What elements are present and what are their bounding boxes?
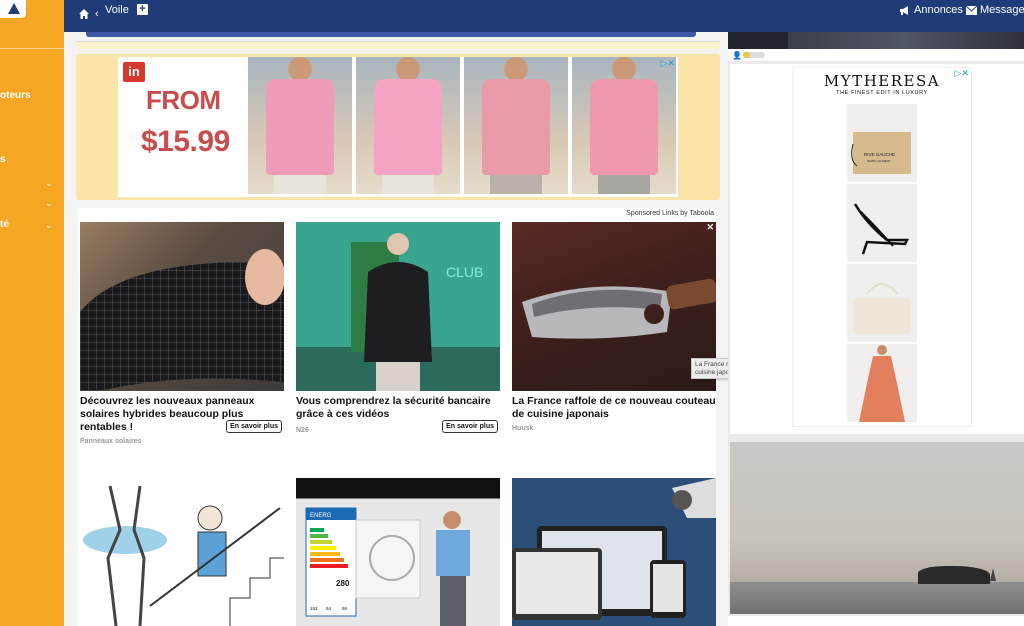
feed-card[interactable]: Découvrez les nouveaux panneaux solaires… (80, 222, 284, 445)
feed-card[interactable] (512, 478, 716, 626)
sailboat-shape (990, 568, 996, 581)
banking-image[interactable]: CLUB (296, 222, 500, 391)
ad-brand: MYTHERESA (823, 72, 941, 90)
ad-price: $15.99 (141, 125, 230, 158)
right-header-image (728, 32, 1024, 49)
feed-card[interactable]: CLUB Vous comprendrez la sécurité bancai… (296, 222, 500, 434)
ad-from-text: FROM (146, 85, 221, 115)
main-content: in FROM $15.99 ▷✕ Sponsored Links by Tab… (64, 32, 728, 626)
breadcrumb[interactable]: Voile (105, 4, 129, 16)
dress-graphic (859, 345, 905, 422)
product-bag[interactable] (847, 264, 917, 342)
sea-landscape-image[interactable] (730, 442, 1024, 614)
plus-icon[interactable]: + (137, 4, 148, 15)
svg-text:54: 54 (326, 606, 332, 611)
svg-text:SAINT LAURENT: SAINT LAURENT (867, 159, 891, 163)
bag-graphic (853, 283, 911, 334)
header-strip (86, 32, 696, 37)
heat-pump-graphic: ENERG 280 153 54 58 (305, 507, 470, 626)
knife-image[interactable]: ✕ (512, 222, 716, 391)
solar-panel-image[interactable] (80, 222, 284, 391)
shirt-image (356, 57, 460, 194)
card-source: Panneaux solaires (80, 438, 142, 445)
chevron-down-icon[interactable]: ⌄ (45, 220, 53, 231)
neon-sign: CLUB (446, 264, 483, 280)
annonces-label: Annonces (914, 4, 963, 16)
brand-logo: in (123, 62, 145, 82)
adchoices-icon[interactable]: ▷✕ (955, 68, 969, 79)
sidebar-item-te[interactable]: té (0, 219, 9, 230)
product-pouch[interactable]: RIVE GAUCHE SAINT LAURENT (847, 104, 917, 182)
card-title[interactable]: La France raffole de ce nouveau couteau … (512, 395, 716, 421)
knee-illustration[interactable] (80, 478, 284, 626)
sidebar-item-s[interactable]: s (0, 154, 6, 165)
solar-panel-graphic (80, 249, 284, 391)
heat-pump-image[interactable]: ENERG 280 153 54 58 (296, 478, 500, 626)
ad-tagline: THE FINEST EDIT IN LUXURY (836, 90, 928, 96)
sidebar: oteurs s ⌄ ⌄ té ⌄ (0, 0, 64, 626)
banner-ad-content[interactable]: in FROM $15.99 ▷✕ (118, 57, 678, 197)
adchoices-icon[interactable]: ▷✕ (661, 58, 675, 69)
heels-graphic (853, 203, 910, 255)
banner-ad[interactable]: in FROM $15.99 ▷✕ (76, 54, 720, 200)
chevron-down-icon[interactable]: ⌄ (45, 198, 53, 209)
card-source: Huusk (512, 425, 534, 432)
annonces-link[interactable]: Annonces (898, 4, 963, 16)
shirt-image (248, 57, 352, 194)
knee-graphic (83, 485, 284, 626)
sidebar-item-moteurs[interactable]: oteurs (0, 90, 31, 101)
sponsored-label[interactable]: Sponsored Links by Taboola (626, 210, 714, 217)
mytheresa-ad[interactable]: ▷✕ MYTHERESA THE FINEST EDIT IN LUXURY R… (792, 67, 972, 427)
card-title[interactable]: Vous comprendrez la sécurité bancaire gr… (296, 395, 500, 421)
shirt-image (464, 57, 568, 194)
right-sidebar: 👤 ▷✕ MYTHERESA THE FINEST EDIT IN LUXURY… (728, 32, 1024, 626)
island-shape (918, 566, 990, 584)
learn-more-button[interactable]: En savoir plus (442, 420, 498, 433)
learn-more-button[interactable]: En savoir plus (226, 420, 282, 433)
user-icon[interactable]: 👤 (732, 51, 742, 60)
messages-label: Messages (980, 4, 1024, 16)
top-navbar: ‹ Voile + Annonces Messages (64, 0, 1024, 32)
close-icon[interactable]: ✕ (706, 222, 714, 233)
svg-text:RIVE GAUCHE: RIVE GAUCHE (864, 152, 895, 157)
chevron-left-icon[interactable]: ‹ (95, 8, 99, 20)
right-toolbar: 👤 (728, 49, 1024, 61)
sidebar-divider (0, 48, 64, 49)
pouch-graphic: RIVE GAUCHE SAINT LAURENT (851, 132, 911, 174)
svg-text:58: 58 (342, 606, 348, 611)
feed-card[interactable] (80, 478, 284, 626)
messages-link[interactable]: Messages (966, 4, 1024, 16)
side-ad-panel: ▷✕ MYTHERESA THE FINEST EDIT IN LUXURY R… (730, 64, 1024, 434)
shirt-image (572, 57, 676, 194)
banking-graphic: CLUB (296, 233, 500, 391)
feed-card[interactable]: ✕ La France raffole de ce nouveau coutea… (512, 222, 716, 432)
svg-text:ENERG: ENERG (310, 513, 332, 519)
envelope-icon (966, 5, 977, 15)
home-icon[interactable] (78, 8, 90, 20)
product-dress[interactable] (847, 344, 917, 422)
product-heels[interactable] (847, 184, 917, 262)
svg-text:280: 280 (336, 579, 350, 588)
megaphone-icon (900, 5, 908, 15)
toggle-switch[interactable] (743, 52, 765, 58)
security-camera-image[interactable] (512, 478, 716, 626)
svg-text:153: 153 (310, 606, 318, 611)
feed-card[interactable]: ENERG 280 153 54 58 (296, 478, 500, 626)
site-logo[interactable] (0, 0, 26, 18)
right-footer-strip (728, 616, 1024, 626)
notice-strip (76, 41, 720, 49)
chevron-down-icon[interactable]: ⌄ (45, 178, 53, 189)
taboola-feed: Sponsored Links by Taboola Découvrez les… (78, 208, 716, 626)
knife-graphic (522, 278, 716, 339)
security-camera-graphic (512, 478, 716, 620)
